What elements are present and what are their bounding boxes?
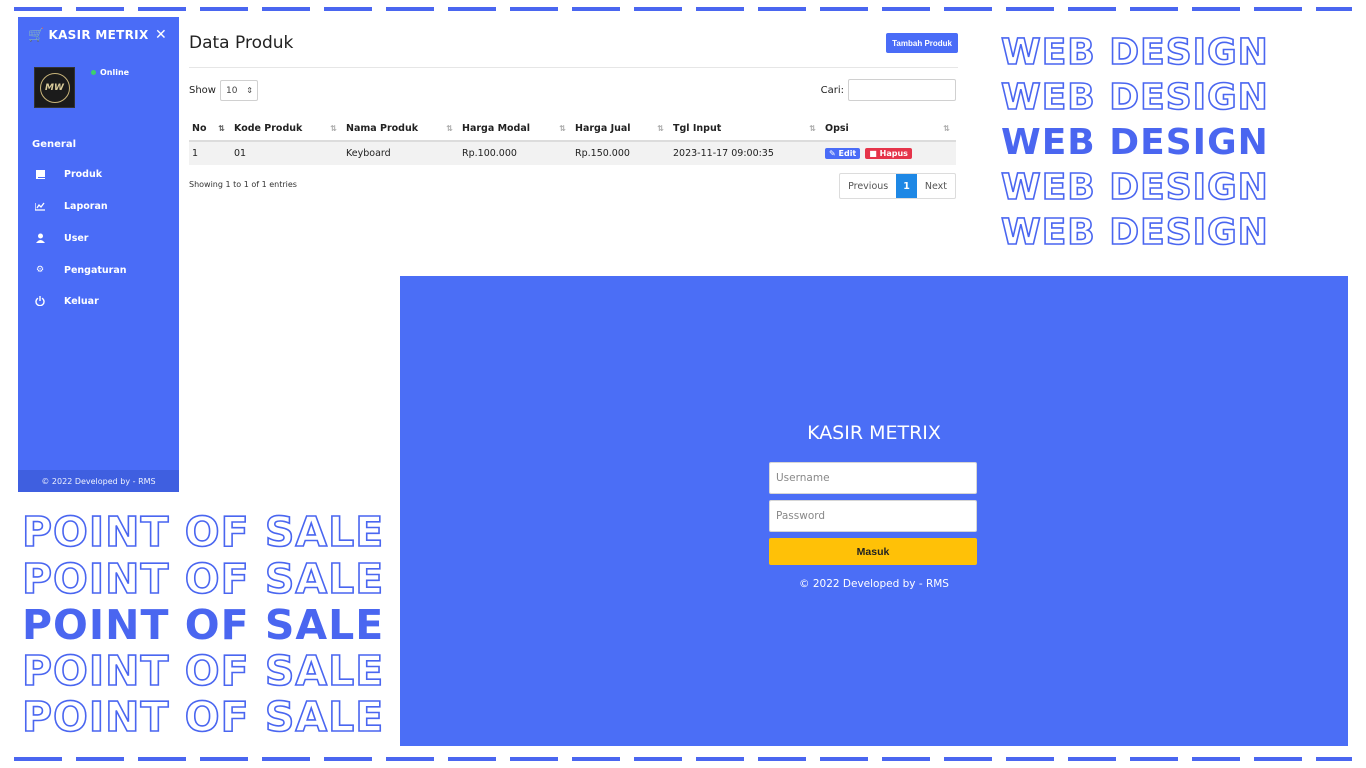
edit-button[interactable]: ✎ Edit [825, 148, 861, 159]
top-dashed-border [14, 7, 1352, 11]
deco-point-of-sale: POINT OF SALE [21, 646, 385, 696]
sidebar-item-keluar[interactable]: Keluar [18, 287, 179, 315]
page-length-select[interactable]: 10 ⇕ [219, 80, 258, 101]
deco-point-of-sale: POINT OF SALE [21, 507, 385, 557]
entries-info: Showing 1 to 1 of 1 entries [189, 180, 297, 189]
column-header[interactable]: Harga Modal ⇅ [459, 117, 572, 142]
deco-point-of-sale: POINT OF SALE [22, 601, 385, 649]
sort-icon: ⇅ [657, 124, 664, 133]
cell-jual: Rp.150.000 [572, 141, 670, 165]
pagination: Previous 1 Next [839, 173, 956, 199]
collage-canvas: 🛒 KASIR METRIX ✕ MW Online General Produ… [0, 0, 1366, 768]
sort-icon: ⇅ [943, 124, 950, 133]
cart-icon: 🛒 [28, 27, 45, 43]
search-input[interactable] [848, 79, 956, 101]
product-table: No ⇅ Kode Produk ⇅ Nama Produk ⇅ Harga Moda… [189, 117, 956, 165]
deco-point-of-sale: POINT OF SALE [21, 554, 385, 604]
deco-web-design: WEB DESIGN [1000, 211, 1269, 254]
deco-web-design: WEB DESIGN [1000, 76, 1269, 119]
column-label: Nama Produk [346, 123, 419, 134]
page-title: Data Produk [189, 33, 294, 53]
cell-kode: 01 [231, 141, 343, 165]
page-length-control: Show 10 ⇕ [189, 80, 258, 101]
user-icon [34, 232, 46, 244]
column-header[interactable]: Kode Produk ⇅ [231, 117, 343, 142]
table-row: 1 01 Keyboard Rp.100.000 Rp.150.000 2023… [189, 141, 956, 165]
sidebar-item-label: User [64, 232, 89, 244]
deco-web-design: WEB DESIGN [1001, 122, 1269, 163]
pagination-next[interactable]: Next [917, 174, 955, 198]
sort-icon: ⇅ [809, 124, 816, 133]
close-icon[interactable]: ✕ [155, 27, 167, 43]
trash-icon: ■ [869, 149, 877, 158]
sidebar-section-title: General [32, 139, 76, 150]
cell-tgl: 2023-11-17 09:00:35 [670, 141, 822, 165]
bottom-dashed-border [14, 757, 1352, 761]
add-product-button[interactable]: Tambah Produk [886, 33, 958, 53]
column-header[interactable]: Opsi ⇅ [822, 117, 956, 142]
column-header[interactable]: No ⇅ [189, 117, 231, 142]
column-label: Harga Jual [575, 123, 631, 134]
column-label: No [192, 123, 207, 134]
page-length-value: 10 [225, 85, 238, 96]
sort-updown-icon: ⇕ [246, 86, 253, 95]
sidebar-footer: © 2022 Developed by - RMS [18, 470, 179, 492]
power-icon [34, 295, 46, 307]
login-footer: © 2022 Developed by - RMS [799, 578, 949, 590]
password-field[interactable]: Password [769, 500, 977, 532]
gear-icon: ⚙ [35, 265, 45, 275]
pagination-page[interactable]: 1 [896, 174, 917, 198]
search-control: Cari: [821, 79, 956, 101]
sort-icon: ⇅ [559, 124, 566, 133]
cell-no: 1 [189, 141, 231, 165]
online-status: Online [91, 68, 129, 77]
cell-nama: Keyboard [343, 141, 459, 165]
cell-opsi: ✎ Edit ■ Hapus [822, 141, 956, 165]
table-header-row: No ⇅ Kode Produk ⇅ Nama Produk ⇅ Harga Moda… [189, 117, 956, 142]
sidebar-item-laporan[interactable]: Laporan [18, 192, 179, 220]
deco-web-design: WEB DESIGN [1000, 31, 1269, 74]
delete-button[interactable]: ■ Hapus [865, 148, 912, 159]
deco-point-of-sale: POINT OF SALE [21, 692, 385, 742]
pencil-icon: ✎ [829, 149, 836, 158]
sidebar-item-label: Laporan [64, 200, 108, 212]
sidebar-item-user[interactable]: User [18, 224, 179, 252]
online-label: Online [100, 68, 130, 77]
edit-label: Edit [838, 149, 857, 158]
avatar: MW [34, 67, 75, 108]
column-header[interactable]: Nama Produk ⇅ [343, 117, 459, 142]
column-label: Opsi [825, 123, 849, 134]
sidebar-item-produk[interactable]: Produk [18, 160, 179, 188]
delete-label: Hapus [879, 149, 908, 158]
sidebar-item-pengaturan[interactable]: ⚙ Pengaturan [18, 256, 179, 284]
sort-asc-icon: ⇅ [218, 124, 225, 133]
sidebar-item-label: Produk [64, 168, 103, 180]
pagination-previous[interactable]: Previous [840, 174, 896, 198]
online-dot-icon [91, 70, 96, 75]
chart-icon [34, 200, 46, 212]
login-title: KASIR METRIX [807, 422, 941, 444]
brand-label: KASIR METRIX [48, 28, 149, 42]
sidebar-item-label: Keluar [64, 295, 99, 307]
login-button[interactable]: Masuk [769, 538, 977, 565]
search-label: Cari: [820, 84, 844, 96]
avatar-logo: MW [39, 72, 70, 103]
login-screenshot: KASIR METRIX Username Password Masuk © 2… [400, 276, 1348, 746]
divider [189, 67, 958, 68]
cell-modal: Rp.100.000 [459, 141, 572, 165]
column-label: Kode Produk [234, 123, 303, 134]
sidebar-item-label: Pengaturan [64, 264, 127, 276]
column-label: Harga Modal [462, 123, 531, 134]
book-icon [34, 168, 46, 180]
deco-web-design: WEB DESIGN [1000, 166, 1269, 209]
sidebar-brand[interactable]: 🛒 KASIR METRIX ✕ [18, 17, 179, 53]
sort-icon: ⇅ [446, 124, 453, 133]
username-field[interactable]: Username [769, 462, 977, 494]
sort-icon: ⇅ [330, 124, 337, 133]
column-header[interactable]: Harga Jual ⇅ [572, 117, 670, 142]
show-label: Show [189, 85, 216, 96]
sidebar: 🛒 KASIR METRIX ✕ MW Online General Produ… [18, 17, 179, 492]
column-label: Tgl Input [673, 123, 722, 134]
column-header[interactable]: Tgl Input ⇅ [670, 117, 822, 142]
